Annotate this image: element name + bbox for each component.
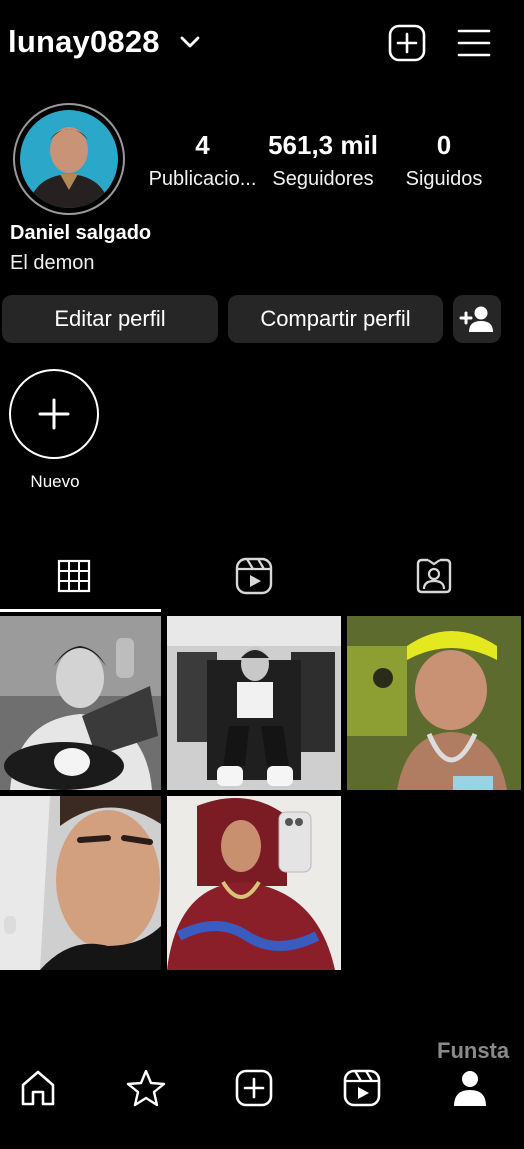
watermark-text: Funsta: [437, 1038, 510, 1063]
avatar[interactable]: [20, 110, 118, 208]
followers-label: Seguidores: [272, 168, 374, 190]
reels-icon[interactable]: [342, 1068, 382, 1108]
following-label: Siguidos: [405, 168, 483, 190]
following-count: 0: [436, 130, 452, 160]
new-post-button[interactable]: [388, 24, 426, 62]
bio-text: El demon: [10, 252, 95, 274]
profile-icon[interactable]: [450, 1068, 490, 1108]
new-highlight-label: Nuevo: [30, 472, 80, 491]
new-highlight-button[interactable]: [9, 369, 99, 459]
share-profile-button[interactable]: Compartir perfil: [228, 295, 443, 343]
active-tab-indicator: [0, 609, 161, 612]
chevron-down-icon[interactable]: [178, 30, 202, 54]
top-bar: lunay0828: [0, 0, 524, 86]
posts-label: Publicacio...: [148, 168, 257, 190]
hamburger-menu-icon[interactable]: [456, 26, 492, 60]
plus-icon: [38, 398, 70, 430]
star-icon[interactable]: [126, 1068, 166, 1108]
create-icon[interactable]: [234, 1068, 274, 1108]
username-title[interactable]: lunay0828: [8, 24, 160, 60]
stat-posts[interactable]: 4 Publicacio...: [140, 128, 265, 194]
post-thumbnail[interactable]: [167, 616, 341, 790]
edit-profile-button[interactable]: Editar perfil: [2, 295, 218, 343]
post-thumbnail[interactable]: [0, 796, 161, 970]
post-thumbnail[interactable]: [0, 616, 161, 790]
posts-count: 4: [195, 130, 210, 160]
grid-icon[interactable]: [54, 556, 94, 596]
discover-people-button[interactable]: [453, 295, 501, 343]
tagged-icon[interactable]: [414, 556, 454, 596]
stat-following[interactable]: 0 Siguidos: [394, 128, 494, 194]
add-person-icon: [459, 306, 493, 332]
post-thumbnail[interactable]: [347, 616, 521, 790]
post-thumbnail[interactable]: [167, 796, 341, 970]
reels-tab-icon[interactable]: [234, 556, 274, 596]
home-icon[interactable]: [18, 1068, 58, 1108]
stat-followers[interactable]: 561,3 mil Seguidores: [262, 128, 384, 194]
followers-count: 561,3 mil: [268, 130, 378, 160]
full-name: Daniel salgado: [10, 222, 152, 244]
